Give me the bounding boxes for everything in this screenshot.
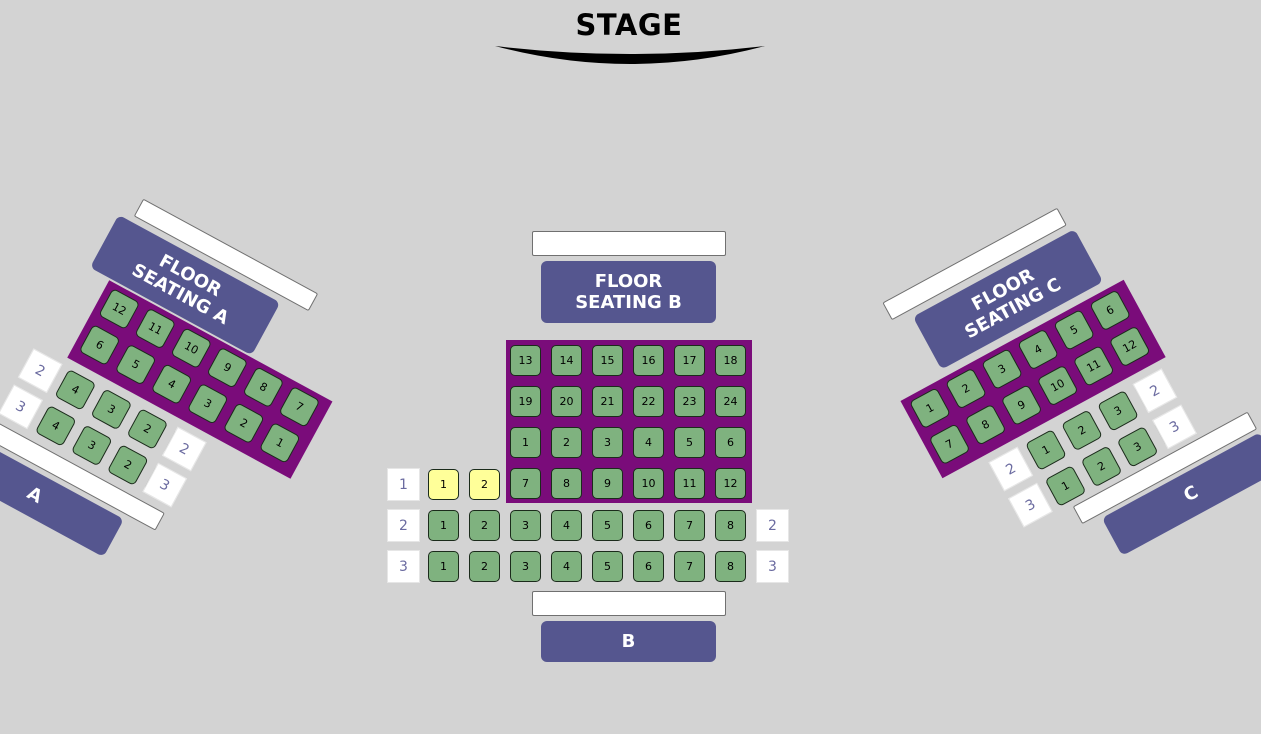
seat[interactable]: 6: [633, 551, 664, 582]
seat[interactable]: 1: [428, 510, 459, 541]
seat[interactable]: 2: [126, 407, 169, 451]
row-label: 3: [756, 550, 789, 583]
seat[interactable]: 1: [428, 469, 459, 500]
left-section: FLOOR SEATING A 121110987654321243212343…: [0, 198, 333, 558]
seat[interactable]: 8: [715, 510, 746, 541]
seat[interactable]: 23: [674, 386, 705, 417]
row-label: 3: [142, 462, 188, 508]
seat[interactable]: 2: [469, 510, 500, 541]
seat[interactable]: 16: [633, 345, 664, 376]
seat[interactable]: 6: [715, 427, 746, 458]
seat[interactable]: 13: [510, 345, 541, 376]
right-section: FLOOR SEATING C 123456789101112212342312…: [882, 207, 1261, 556]
stage-arc: [495, 46, 765, 64]
seat[interactable]: 4: [633, 427, 664, 458]
seat[interactable]: 5: [592, 510, 623, 541]
seat[interactable]: 17: [674, 345, 705, 376]
stage-title: STAGE: [575, 8, 683, 42]
row-label: 2: [756, 509, 789, 542]
seat[interactable]: 12: [715, 468, 746, 499]
row-label: 3: [387, 550, 420, 583]
seat[interactable]: 3: [90, 388, 133, 431]
seat[interactable]: 7: [510, 468, 541, 499]
seating-map: STAGE FLOOR SEATING B 13 14 15 16 17 18 19 20 21…: [0, 0, 1261, 734]
seat[interactable]: 1: [1044, 464, 1087, 507]
row-label: 2: [387, 509, 420, 542]
seat[interactable]: 6: [633, 510, 664, 541]
seat[interactable]: 2: [1080, 445, 1123, 488]
seat[interactable]: 10: [633, 468, 664, 499]
row-label: 1: [387, 468, 420, 501]
seat[interactable]: 1: [428, 551, 459, 582]
seat[interactable]: 9: [592, 468, 623, 499]
seat[interactable]: 4: [551, 551, 582, 582]
seat[interactable]: 2: [1060, 409, 1104, 452]
row-label: 2: [161, 426, 207, 472]
seat[interactable]: 3: [70, 424, 113, 467]
section-b-rail: [532, 591, 726, 616]
seat[interactable]: 18: [715, 345, 746, 376]
seat[interactable]: 1: [510, 427, 541, 458]
seat[interactable]: 7: [674, 510, 705, 541]
seat[interactable]: 7: [674, 551, 705, 582]
seat[interactable]: 19: [510, 386, 541, 417]
row-label: 3: [1008, 482, 1053, 528]
seat[interactable]: 3: [1097, 389, 1140, 432]
section-b-label[interactable]: B: [541, 621, 716, 662]
seat[interactable]: 4: [34, 404, 77, 447]
seat[interactable]: 20: [551, 386, 582, 417]
seat[interactable]: 14: [551, 345, 582, 376]
row-label: 2: [17, 348, 63, 394]
seat[interactable]: 3: [1116, 425, 1159, 468]
seat[interactable]: 5: [592, 551, 623, 582]
seat[interactable]: 2: [469, 469, 500, 500]
floor-b-rail: [532, 231, 726, 256]
row-label: 2: [1132, 368, 1178, 414]
seat[interactable]: 3: [510, 551, 541, 582]
seat[interactable]: 21: [592, 386, 623, 417]
seat[interactable]: 2: [469, 551, 500, 582]
seat[interactable]: 11: [674, 468, 705, 499]
seat[interactable]: 5: [674, 427, 705, 458]
seat[interactable]: 3: [510, 510, 541, 541]
seat[interactable]: 15: [592, 345, 623, 376]
seat[interactable]: 4: [54, 368, 97, 411]
row-label: 2: [988, 446, 1034, 492]
seat[interactable]: 3: [592, 427, 623, 458]
seat[interactable]: 4: [551, 510, 582, 541]
seat[interactable]: 22: [633, 386, 664, 417]
row-label: 3: [0, 384, 43, 430]
section-floor-b-label[interactable]: FLOOR SEATING B: [541, 261, 716, 323]
seat[interactable]: 2: [551, 427, 582, 458]
seat[interactable]: 1: [1024, 428, 1067, 471]
seat[interactable]: 8: [551, 468, 582, 499]
seat[interactable]: 8: [715, 551, 746, 582]
seat[interactable]: 24: [715, 386, 746, 417]
seat[interactable]: 2: [106, 444, 149, 487]
